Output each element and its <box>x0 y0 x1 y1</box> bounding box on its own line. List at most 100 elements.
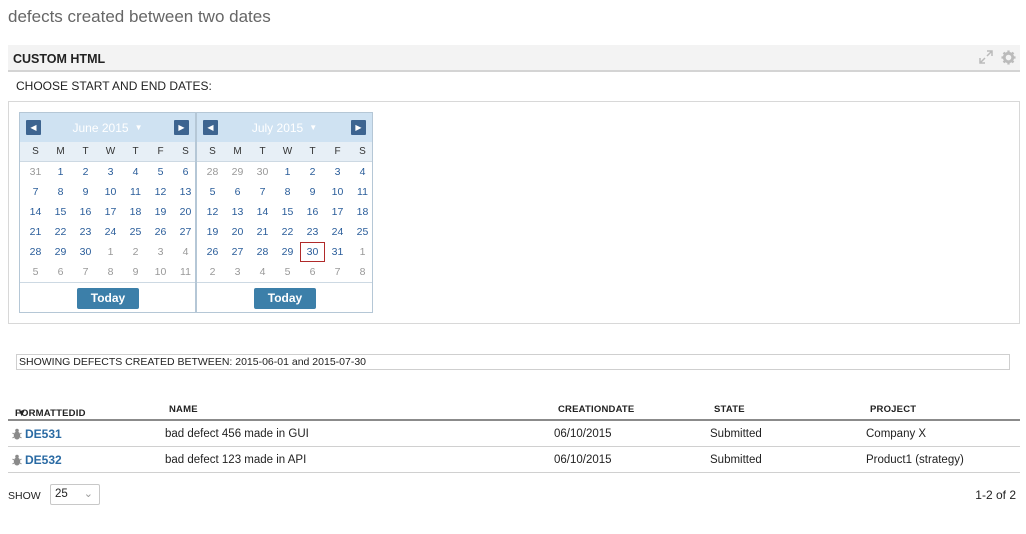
calendar-day[interactable]: 6 <box>225 182 250 202</box>
calendar-day[interactable]: 26 <box>200 242 225 262</box>
calendar-day[interactable]: 23 <box>73 222 98 242</box>
calendar-day[interactable]: 31 <box>23 162 48 182</box>
calendar-day[interactable]: 8 <box>48 182 73 202</box>
column-header-project[interactable]: PROJECT <box>870 404 916 415</box>
calendar-day[interactable]: 5 <box>148 162 173 182</box>
calendar-day[interactable]: 28 <box>23 242 48 262</box>
calendar-footer: Today <box>20 282 195 313</box>
calendar-day[interactable]: 7 <box>73 262 98 282</box>
calendar-day[interactable]: 22 <box>48 222 73 242</box>
calendar-day[interactable]: 8 <box>350 262 375 282</box>
calendar-day[interactable]: 21 <box>23 222 48 242</box>
expand-icon[interactable] <box>978 50 994 66</box>
today-button[interactable]: Today <box>77 288 139 309</box>
next-month-icon[interactable]: ▶ <box>351 120 366 135</box>
calendar-day[interactable]: 5 <box>200 182 225 202</box>
calendar-day[interactable]: 19 <box>148 202 173 222</box>
calendar-day[interactable]: 29 <box>48 242 73 262</box>
calendar-day[interactable]: 11 <box>123 182 148 202</box>
month-selector[interactable]: July 2015 ▼ <box>197 121 372 135</box>
calendar-day[interactable]: 2 <box>73 162 98 182</box>
calendar-day[interactable]: 20 <box>173 202 198 222</box>
calendar-day[interactable]: 9 <box>73 182 98 202</box>
calendar-day[interactable]: 12 <box>200 202 225 222</box>
calendar-day[interactable]: 12 <box>148 182 173 202</box>
calendar-day[interactable]: 18 <box>123 202 148 222</box>
calendar-day[interactable]: 16 <box>73 202 98 222</box>
calendar-day[interactable]: 4 <box>173 242 198 262</box>
column-header-name[interactable]: NAME <box>169 404 198 415</box>
calendar-day[interactable]: 28 <box>250 242 275 262</box>
calendar-day[interactable]: 10 <box>325 182 350 202</box>
calendar-day[interactable]: 15 <box>275 202 300 222</box>
calendar-day[interactable]: 6 <box>300 262 325 282</box>
calendar-day[interactable]: 30 <box>250 162 275 182</box>
calendar-day[interactable]: 7 <box>23 182 48 202</box>
calendar-day[interactable]: 23 <box>300 222 325 242</box>
formatted-id-link[interactable]: DE532 <box>25 453 62 467</box>
calendar-day[interactable]: 4 <box>123 162 148 182</box>
calendar-day[interactable]: 13 <box>225 202 250 222</box>
calendar-day[interactable]: 14 <box>250 202 275 222</box>
calendar-day[interactable]: 24 <box>325 222 350 242</box>
calendar-day[interactable]: 31 <box>325 242 350 262</box>
calendar-day[interactable]: 11 <box>173 262 198 282</box>
calendar-day[interactable]: 2 <box>123 242 148 262</box>
calendar-day[interactable]: 17 <box>98 202 123 222</box>
calendar-day[interactable]: 10 <box>98 182 123 202</box>
calendar-day[interactable]: 3 <box>225 262 250 282</box>
calendar-day[interactable]: 30 <box>300 242 325 262</box>
gear-icon[interactable] <box>1000 50 1016 66</box>
calendar-day[interactable]: 18 <box>350 202 375 222</box>
calendar-day[interactable]: 5 <box>275 262 300 282</box>
calendar-day[interactable]: 24 <box>98 222 123 242</box>
calendar-day[interactable]: 5 <box>23 262 48 282</box>
calendar-day[interactable]: 19 <box>200 222 225 242</box>
calendar-day[interactable]: 6 <box>173 162 198 182</box>
calendar-day[interactable]: 25 <box>350 222 375 242</box>
calendar-day[interactable]: 9 <box>123 262 148 282</box>
calendar-day[interactable]: 4 <box>350 162 375 182</box>
calendar-day[interactable]: 6 <box>48 262 73 282</box>
calendar-day[interactable]: 25 <box>123 222 148 242</box>
today-button[interactable]: Today <box>254 288 316 309</box>
calendar-day[interactable]: 8 <box>275 182 300 202</box>
calendar-day[interactable]: 26 <box>148 222 173 242</box>
calendar-day[interactable]: 29 <box>275 242 300 262</box>
calendar-day[interactable]: 28 <box>200 162 225 182</box>
formatted-id-link[interactable]: DE531 <box>25 427 62 441</box>
calendar-day[interactable]: 29 <box>225 162 250 182</box>
calendar-day[interactable]: 30 <box>73 242 98 262</box>
calendar-day[interactable]: 13 <box>173 182 198 202</box>
calendar-day[interactable]: 2 <box>300 162 325 182</box>
calendar-day[interactable]: 22 <box>275 222 300 242</box>
calendar-day[interactable]: 4 <box>250 262 275 282</box>
calendar-day[interactable]: 2 <box>200 262 225 282</box>
calendar-day[interactable]: 8 <box>98 262 123 282</box>
calendar-day[interactable]: 17 <box>325 202 350 222</box>
calendar-day[interactable]: 27 <box>173 222 198 242</box>
calendar-day[interactable]: 21 <box>250 222 275 242</box>
calendar-day[interactable]: 7 <box>325 262 350 282</box>
page-size-select[interactable]: 25 ⌄ <box>50 484 100 505</box>
month-selector[interactable]: June 2015 ▼ <box>20 121 195 135</box>
calendar-day[interactable]: 3 <box>325 162 350 182</box>
calendar-day[interactable]: 9 <box>300 182 325 202</box>
next-month-icon[interactable]: ▶ <box>174 120 189 135</box>
calendar-day[interactable]: 1 <box>350 242 375 262</box>
column-header-state[interactable]: STATE <box>714 404 745 415</box>
calendar-day[interactable]: 14 <box>23 202 48 222</box>
calendar-day[interactable]: 1 <box>48 162 73 182</box>
calendar-day[interactable]: 20 <box>225 222 250 242</box>
calendar-day[interactable]: 1 <box>98 242 123 262</box>
calendar-day[interactable]: 3 <box>148 242 173 262</box>
calendar-day[interactable]: 10 <box>148 262 173 282</box>
calendar-day[interactable]: 7 <box>250 182 275 202</box>
calendar-day[interactable]: 3 <box>98 162 123 182</box>
calendar-day[interactable]: 15 <box>48 202 73 222</box>
column-header-creationdate[interactable]: CREATIONDATE <box>558 404 634 415</box>
calendar-day[interactable]: 1 <box>275 162 300 182</box>
calendar-day[interactable]: 11 <box>350 182 375 202</box>
calendar-day[interactable]: 27 <box>225 242 250 262</box>
calendar-day[interactable]: 16 <box>300 202 325 222</box>
